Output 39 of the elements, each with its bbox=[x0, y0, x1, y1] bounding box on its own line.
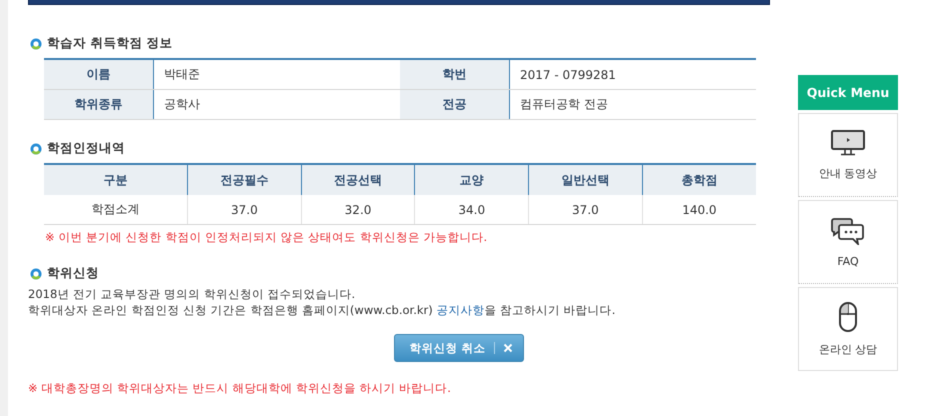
section-title: 학위신청 bbox=[47, 265, 99, 282]
field-label: 이름 bbox=[44, 59, 154, 90]
bullet-icon bbox=[30, 268, 42, 280]
notice-text: 학위대상자 온라인 학점인정 신청 기간은 학점은행 홈페이지(www.cb.or.kr) 공지사항을 참고하시기 바랍니다. bbox=[28, 302, 616, 318]
column-header: 일반선택 bbox=[528, 164, 642, 195]
column-header: 전공필수 bbox=[188, 164, 302, 195]
bullet-icon bbox=[30, 38, 42, 50]
field-label: 학위종류 bbox=[44, 90, 154, 120]
close-icon bbox=[502, 343, 512, 353]
column-header: 총학점 bbox=[642, 164, 756, 195]
field-value: 공학사 bbox=[154, 90, 400, 120]
field-label: 전공 bbox=[400, 90, 510, 120]
table-cell: 학점소계 bbox=[44, 195, 188, 224]
quick-menu-item[interactable]: 온라인 상담 bbox=[798, 287, 898, 371]
field-value: 컴퓨터공학 전공 bbox=[510, 90, 756, 120]
section-title: 학점인정내역 bbox=[47, 140, 125, 157]
field-label: 학번 bbox=[400, 59, 510, 90]
quick-menu-item[interactable]: 안내 동영상 bbox=[798, 113, 898, 197]
column-header: 전공선택 bbox=[301, 164, 415, 195]
notice-text: 2018년 전기 교육부장관 명의의 학위신청이 접수되었습니다. bbox=[28, 286, 356, 302]
table-cell: 140.0 bbox=[642, 195, 756, 224]
column-header: 교양 bbox=[414, 164, 529, 195]
table-cell: 34.0 bbox=[414, 195, 529, 224]
field-value: 박태준 bbox=[154, 59, 400, 90]
quick-menu-title: Quick Menu bbox=[798, 75, 898, 110]
column-header: 구분 bbox=[44, 164, 188, 195]
table-cell: 32.0 bbox=[301, 195, 415, 224]
mouse-icon bbox=[838, 302, 858, 332]
warning-note: ※ 대학총장명의 학위대상자는 반드시 해당대학에 학위신청을 하시기 바랍니다. bbox=[28, 380, 452, 396]
quick-menu-item[interactable]: FAQ bbox=[798, 200, 898, 284]
speech-bubbles-icon bbox=[831, 216, 865, 244]
notice-link[interactable]: 공지사항 bbox=[436, 303, 484, 317]
table-cell: 37.0 bbox=[188, 195, 302, 224]
warning-note: ※ 이번 분기에 신청한 학점이 인정처리되지 않은 상태여도 학위신청은 가능합니다. bbox=[45, 229, 488, 245]
section-title: 학습자 취득학점 정보 bbox=[47, 35, 173, 52]
monitor-icon bbox=[831, 130, 865, 156]
field-value: 2017 - 0799281 bbox=[510, 59, 756, 90]
bullet-icon bbox=[30, 142, 42, 154]
table-cell: 37.0 bbox=[528, 195, 642, 224]
